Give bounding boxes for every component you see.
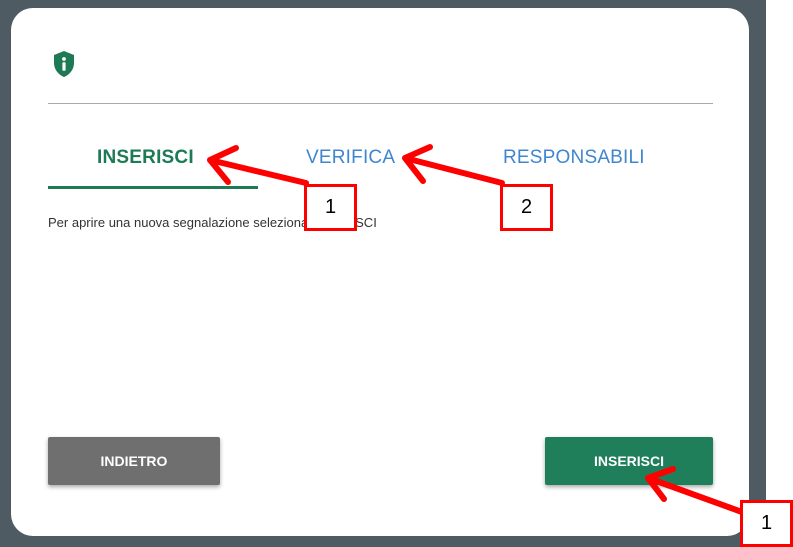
callout-badge: 1 (304, 184, 357, 231)
shield-info-icon (54, 51, 74, 77)
callout-badge: 1 (740, 500, 793, 547)
callout-badge: 2 (500, 184, 553, 231)
active-tab-indicator (48, 186, 258, 189)
insert-button[interactable]: INSERISCI (545, 437, 713, 485)
tab-responsabili[interactable]: RESPONSABILI (503, 147, 645, 169)
background-strip (766, 0, 793, 547)
back-button[interactable]: INDIETRO (48, 437, 220, 485)
tab-verifica[interactable]: VERIFICA (306, 147, 395, 169)
tab-inserisci[interactable]: INSERISCI (97, 147, 194, 169)
header-divider (48, 103, 713, 104)
